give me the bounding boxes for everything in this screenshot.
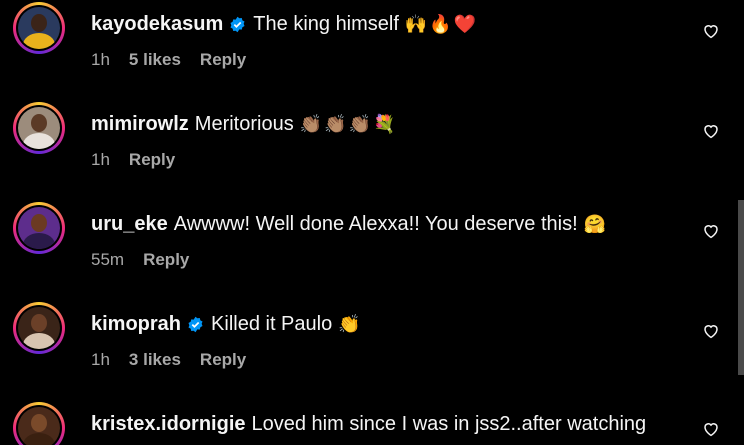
avatar[interactable] <box>13 2 65 54</box>
comment-item: kayodekasum The king himself 🙌🔥❤️ 1h 5 l… <box>0 0 744 100</box>
comment-emojis: 🙌🔥❤️ <box>404 14 479 34</box>
comment-username[interactable]: kayodekasum <box>91 12 223 36</box>
reply-button[interactable]: Reply <box>200 350 246 370</box>
comment-username[interactable]: uru_eke <box>91 212 168 236</box>
comment-text: Loved him since I was in jss2..after wat… <box>251 413 647 435</box>
comment-time: 1h <box>91 350 110 369</box>
verified-badge-icon <box>188 316 203 332</box>
comment-emojis: 👏🏽👏🏽👏🏽💐 <box>299 114 398 134</box>
comment-meta: 55m Reply <box>91 250 208 270</box>
comment-item: uru_eke Awwww! Well done Alexxa!! You de… <box>0 200 744 300</box>
avatar[interactable] <box>13 202 65 254</box>
comment-line: uru_eke Awwww! Well done Alexxa!! You de… <box>91 212 608 236</box>
comment-time: 1h <box>91 150 110 169</box>
comment-line: mimirowlz Meritorious 👏🏽👏🏽👏🏽💐 <box>91 112 397 136</box>
comment-username[interactable]: mimirowlz <box>91 112 189 136</box>
heart-outline-icon[interactable] <box>702 22 720 40</box>
comment-text: The king himself <box>253 13 399 35</box>
comment-text: Meritorious <box>194 113 294 135</box>
reply-button[interactable]: Reply <box>143 250 189 270</box>
comments-panel: { "comments": [ { "username": "kayodekas… <box>0 0 744 445</box>
avatar[interactable] <box>13 102 65 154</box>
reply-button[interactable]: Reply <box>129 150 175 170</box>
comment-item: mimirowlz Meritorious 👏🏽👏🏽👏🏽💐 1h Reply <box>0 100 744 200</box>
avatar[interactable] <box>13 302 65 354</box>
reply-button[interactable]: Reply <box>200 50 246 70</box>
comment-emojis: 👏 <box>338 314 363 334</box>
comment-text: Awwww! Well done Alexxa!! You deserve th… <box>173 213 578 235</box>
heart-outline-icon[interactable] <box>702 322 720 340</box>
comment-text: Killed it Paulo <box>211 313 333 335</box>
comment-meta: 1h 3 likes Reply <box>91 350 265 370</box>
comment-meta: 1h Reply <box>91 150 194 170</box>
comment-likes[interactable]: 3 likes <box>129 350 181 370</box>
heart-outline-icon[interactable] <box>702 122 720 140</box>
comment-line: kimoprah Killed it Paulo 👏 <box>91 312 363 336</box>
comment-likes[interactable]: 5 likes <box>129 50 181 70</box>
scrollbar[interactable] <box>738 200 744 375</box>
comment-line: kayodekasum The king himself 🙌🔥❤️ <box>91 12 478 36</box>
comment-time: 55m <box>91 250 125 269</box>
comment-meta: 1h 5 likes Reply <box>91 50 265 70</box>
verified-badge-icon <box>230 16 245 32</box>
comment-line: kristex.idornigie Loved him since I was … <box>91 412 646 436</box>
avatar[interactable] <box>13 402 65 445</box>
comment-username[interactable]: kristex.idornigie <box>91 412 246 436</box>
heart-outline-icon[interactable] <box>702 420 720 438</box>
comment-time: 1h <box>91 50 110 69</box>
heart-outline-icon[interactable] <box>702 222 720 240</box>
comment-username[interactable]: kimoprah <box>91 312 181 336</box>
comment-item: kimoprah Killed it Paulo 👏 1h 3 likes Re… <box>0 300 744 400</box>
comment-emojis: 🤗 <box>583 214 609 234</box>
comment-item: kristex.idornigie Loved him since I was … <box>0 400 744 445</box>
